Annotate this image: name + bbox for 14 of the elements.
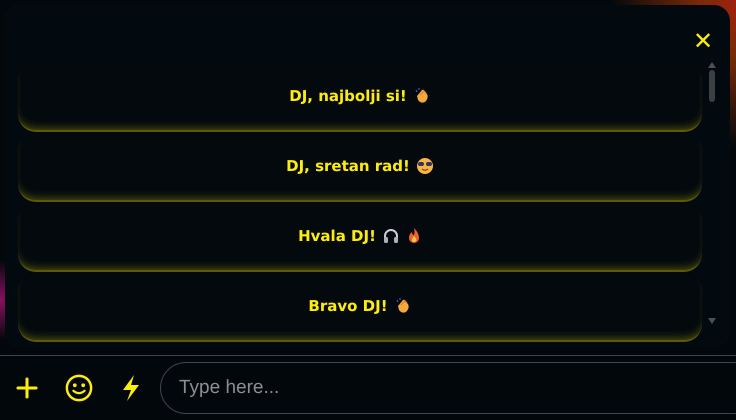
scrollbar-thumb[interactable]	[709, 70, 715, 102]
headphones-icon	[382, 227, 400, 245]
plus-icon	[16, 377, 38, 399]
quick-message-button[interactable]: Hvala DJ!	[18, 202, 702, 272]
smiley-icon	[65, 373, 93, 403]
quick-message-button[interactable]: DJ, najbolji si!	[18, 62, 702, 132]
lightning-button[interactable]	[120, 374, 142, 402]
close-button[interactable]: ✕	[690, 27, 716, 55]
sunglasses-face-icon	[416, 157, 434, 175]
quick-message-button[interactable]: DJ, sretan rad!	[18, 132, 702, 202]
emoji-button[interactable]	[65, 374, 93, 402]
message-input-field[interactable]: Type here...	[160, 362, 736, 414]
lightning-icon	[120, 374, 142, 402]
quick-message-button[interactable]: Bravo DJ!	[18, 272, 702, 342]
